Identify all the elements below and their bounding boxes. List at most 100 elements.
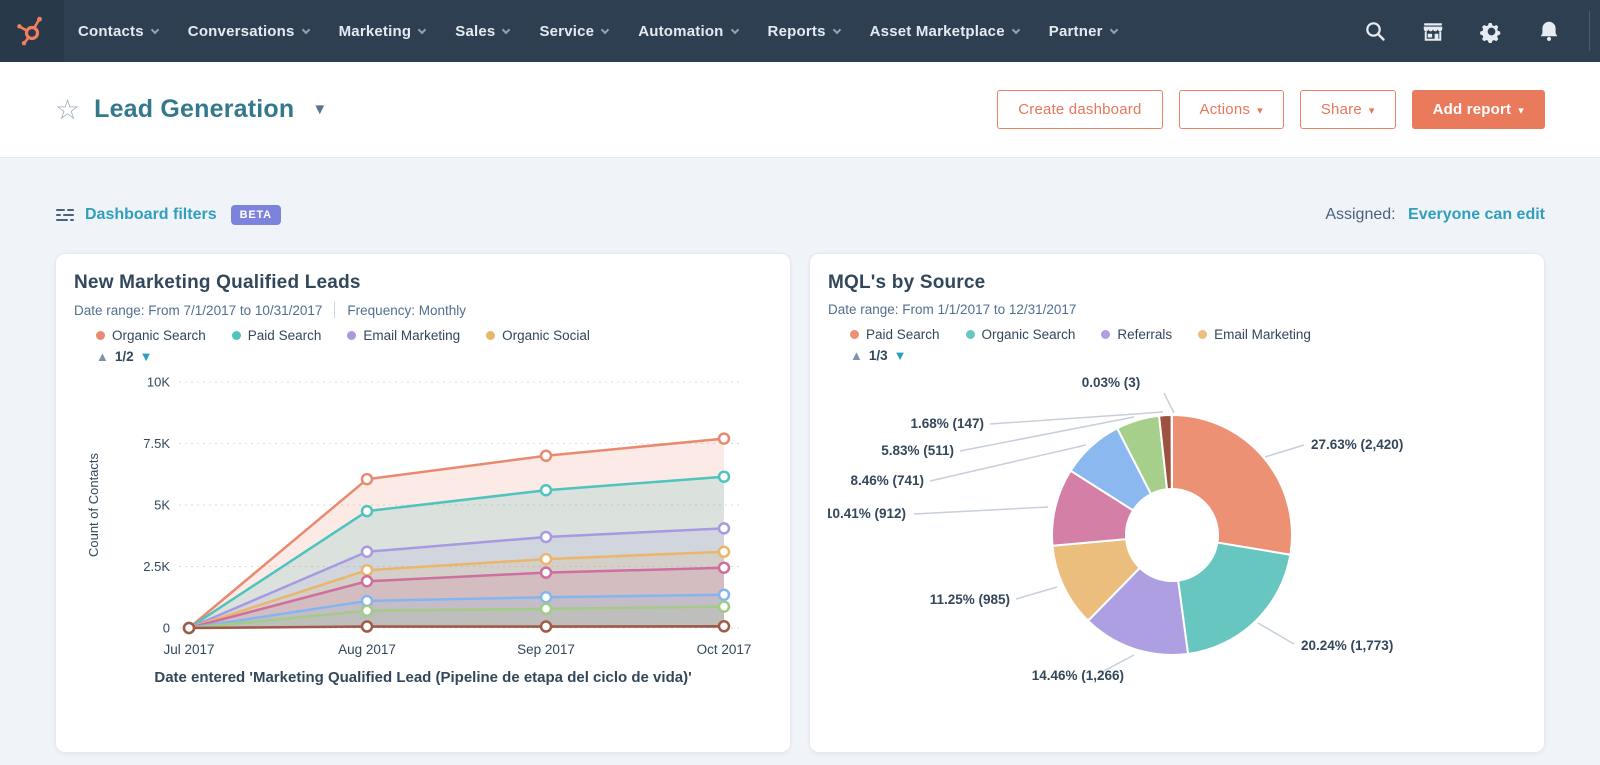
create-dashboard-button[interactable]: Create dashboard xyxy=(997,90,1163,129)
nav-item-label: Automation xyxy=(638,22,724,40)
data-point-marker[interactable] xyxy=(539,566,553,579)
donut-slice-paid-search[interactable] xyxy=(1171,414,1293,556)
legend-page-indicator: 1/3 xyxy=(868,348,888,363)
data-point-marker[interactable] xyxy=(539,449,553,463)
data-point-marker[interactable] xyxy=(360,504,374,518)
data-point-marker[interactable] xyxy=(539,483,553,497)
nav-item-asset-marketplace[interactable]: Asset Marketplace xyxy=(869,22,1021,40)
legend-dot-icon xyxy=(850,330,859,339)
legend-item-organic-social[interactable]: Organic Social xyxy=(486,328,590,343)
data-point-marker[interactable] xyxy=(539,530,553,544)
data-point-marker[interactable] xyxy=(360,620,374,633)
donut-chart-legend: Paid Search Organic Search Referrals Email … xyxy=(850,327,1526,342)
report-date-range: Date range: From 1/1/2017 to 12/31/2017 xyxy=(828,302,1077,317)
meta-divider xyxy=(334,302,336,318)
data-point-marker[interactable] xyxy=(717,588,731,602)
settings-icon[interactable] xyxy=(1469,9,1513,53)
data-point-marker[interactable] xyxy=(539,602,553,616)
search-icon[interactable] xyxy=(1353,9,1397,53)
legend-item-email-marketing[interactable]: Email Marketing xyxy=(1198,327,1311,342)
legend-item-paid-search[interactable]: Paid Search xyxy=(231,328,321,343)
caret-down-icon: ▾ xyxy=(1368,105,1375,117)
data-point-marker[interactable] xyxy=(539,552,553,566)
x-axis-tick: Jul 2017 xyxy=(163,642,214,657)
assigned-permission-link[interactable]: Everyone can edit xyxy=(1408,206,1545,223)
nav-item-label: Marketing xyxy=(338,22,412,40)
chevron-down-icon xyxy=(1109,25,1118,34)
donut-slice-organic-search[interactable] xyxy=(1177,541,1292,655)
chevron-down-icon xyxy=(1011,25,1021,34)
nav-item-service[interactable]: Service xyxy=(539,22,610,40)
slice-value-label: 5.83% (511) xyxy=(881,443,954,458)
share-button[interactable]: Share ▾ xyxy=(1299,90,1396,129)
legend-item-organic-search[interactable]: Organic Search xyxy=(96,328,206,343)
data-point-marker[interactable] xyxy=(717,470,731,483)
report-date-range: Date range: From 7/1/2017 to 10/31/2017 xyxy=(74,302,323,318)
nav-item-marketing[interactable]: Marketing xyxy=(338,22,427,40)
data-point-marker[interactable] xyxy=(360,545,374,558)
add-report-button[interactable]: Add report ▾ xyxy=(1411,90,1545,129)
legend-dot-icon xyxy=(96,331,105,340)
nav-item-sales[interactable]: Sales xyxy=(455,23,511,40)
slice-value-label: 1.68% (147) xyxy=(910,416,984,431)
chevron-down-icon xyxy=(417,25,427,34)
data-point-marker[interactable] xyxy=(360,472,374,486)
slice-value-label: 0.03% (3) xyxy=(1082,375,1141,390)
legend-item-email-marketing[interactable]: Email Marketing xyxy=(347,328,460,343)
data-point-marker[interactable] xyxy=(539,620,553,633)
beta-badge: BETA xyxy=(230,205,281,225)
data-point-marker[interactable] xyxy=(360,575,374,588)
favorite-star-icon[interactable]: ☆ xyxy=(55,95,80,124)
legend-item-referrals[interactable]: Referrals xyxy=(1101,327,1172,342)
dashboard-picker-caret-icon[interactable]: ▼ xyxy=(312,101,327,118)
create-dashboard-label: Create dashboard xyxy=(1018,101,1142,118)
y-axis-tick: 10K xyxy=(147,375,170,390)
nav-item-label: Contacts xyxy=(78,22,144,40)
legend-page-up-icon[interactable]: ▲ xyxy=(96,350,109,363)
hubspot-sprocket-icon xyxy=(17,16,42,46)
legend-dot-icon xyxy=(1198,330,1208,339)
nav-divider xyxy=(1589,11,1590,51)
nav-item-reports[interactable]: Reports xyxy=(768,23,841,40)
legend-label: Referrals xyxy=(1117,327,1173,342)
actions-button[interactable]: Actions ▾ xyxy=(1178,90,1284,129)
legend-page-up-icon[interactable]: ▲ xyxy=(850,349,863,362)
notifications-icon[interactable] xyxy=(1527,9,1571,53)
chevron-down-icon xyxy=(730,25,739,34)
x-axis-title: Date entered 'Marketing Qualified Lead (… xyxy=(154,669,692,686)
nav-item-contacts[interactable]: Contacts xyxy=(78,22,160,40)
x-axis-tick: Aug 2017 xyxy=(338,642,396,657)
dashboard-filters-button[interactable]: Dashboard filters BETA xyxy=(55,205,281,225)
nav-item-conversations[interactable]: Conversations xyxy=(188,23,310,40)
nav-item-label: Service xyxy=(539,22,595,40)
nav-item-partner[interactable]: Partner xyxy=(1049,23,1118,40)
marketplace-icon[interactable] xyxy=(1411,9,1455,53)
add-report-label: Add report xyxy=(1432,101,1512,118)
data-point-marker[interactable] xyxy=(717,620,731,633)
data-point-marker[interactable] xyxy=(717,600,731,613)
legend-page-down-icon[interactable]: ▼ xyxy=(140,350,153,363)
nav-utilities xyxy=(1353,0,1600,62)
report-frequency: Frequency: Monthly xyxy=(347,302,466,318)
legend-item-organic-search[interactable]: Organic Search xyxy=(965,327,1075,342)
legend-page-down-icon[interactable]: ▼ xyxy=(894,349,907,362)
slice-value-label: 20.24% (1,773) xyxy=(1301,638,1393,653)
hubspot-logo[interactable] xyxy=(0,0,64,62)
data-point-marker[interactable] xyxy=(717,432,731,445)
top-nav: Contacts Conversations Marketing Sales Servi… xyxy=(0,0,1600,62)
nav-item-label: Asset Marketplace xyxy=(869,22,1005,40)
legend-label: Email Marketing xyxy=(1214,327,1311,342)
data-point-marker[interactable] xyxy=(539,591,553,604)
data-point-marker[interactable] xyxy=(717,522,731,535)
data-point-marker[interactable] xyxy=(360,594,374,608)
line-chart-legend: Organic Search Paid Search Email Marketing… xyxy=(96,328,772,343)
data-point-marker[interactable] xyxy=(717,545,731,558)
nav-item-automation[interactable]: Automation xyxy=(638,22,739,40)
data-point-marker[interactable] xyxy=(717,561,731,574)
legend-item-paid-search[interactable]: Paid Search xyxy=(850,327,940,342)
report-title: New Marketing Qualified Leads xyxy=(74,272,361,293)
data-point-marker[interactable] xyxy=(360,604,374,618)
data-point-marker[interactable] xyxy=(182,621,196,635)
page-title: Lead Generation xyxy=(94,95,295,123)
data-point-marker[interactable] xyxy=(360,563,374,577)
